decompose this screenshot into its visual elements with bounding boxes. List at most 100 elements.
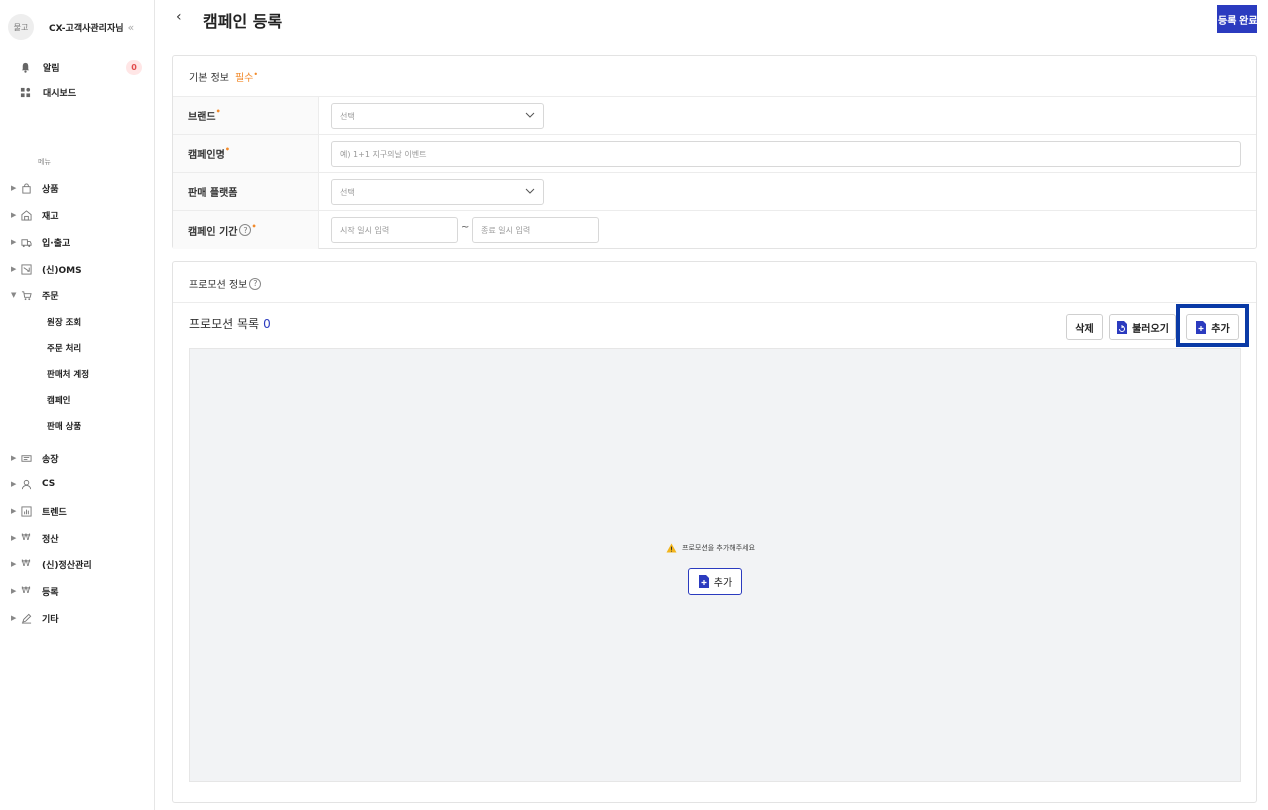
menu-item-trend[interactable]: ▶ 트렌드 <box>0 501 150 521</box>
period-label: 캠페인 기간? • <box>173 211 319 249</box>
required-star: • <box>215 107 221 116</box>
promotion-list-empty: 프로모션을 추가해주세요 추가 <box>189 348 1241 782</box>
delete-button[interactable]: 삭제 <box>1066 314 1103 340</box>
empty-message-text: 프로모션을 추가해주세요 <box>682 544 756 552</box>
menu-item-label: (신)OMS <box>42 265 82 276</box>
bell-icon <box>19 61 31 73</box>
help-icon[interactable]: ? <box>249 277 262 290</box>
page-title: 캠페인 등록 <box>203 12 283 31</box>
back-icon[interactable]: ‹ <box>176 9 182 25</box>
menu-item-label: 입·출고 <box>42 238 71 249</box>
menu-item-cs[interactable]: ▶ CS <box>0 474 150 494</box>
menu-item-label: 등록 <box>42 587 59 598</box>
menu-item-label: 송장 <box>42 454 59 465</box>
chevron-right-icon: ▶ <box>11 454 17 462</box>
menu-item-label: 정산 <box>42 534 59 545</box>
end-datetime-placeholder: 종료 일시 입력 <box>481 225 531 235</box>
empty-add-label: 추가 <box>713 578 733 589</box>
warehouse-icon <box>20 209 32 221</box>
promotion-list-title: 프로모션 목록 0 <box>189 315 271 332</box>
import-icon <box>1117 320 1128 334</box>
highlight-box <box>1176 304 1249 347</box>
promotion-section-title: 프로모션 정보? <box>189 276 262 291</box>
campaign-name-placeholder: 예) 1+1 지구의날 이벤트 <box>340 149 427 159</box>
page-header: ‹ 캠페인 등록 <box>172 5 1262 35</box>
promotion-card: 프로모션 정보? 프로모션 목록 0 삭제 불러오기 추가 프로모션을 추가해주세… <box>172 261 1257 803</box>
menu-item-label: (신)정산관리 <box>42 560 92 571</box>
chevron-down-icon: ▼ <box>11 291 17 299</box>
submenu-campaign[interactable]: 캠페인 <box>47 391 70 409</box>
user-name: CX-고객사관리자님 <box>49 23 124 34</box>
menu-item-settlement[interactable]: ▶ ₩ 정산 <box>0 528 150 548</box>
won-icon: ₩ <box>21 586 31 596</box>
menu-item-register[interactable]: ▶ ₩ 등록 <box>0 581 150 601</box>
menu-item-label: CS <box>42 479 56 489</box>
menu-item-label: 주문 <box>42 291 59 302</box>
chevron-down-icon <box>525 188 535 194</box>
form-row-campaign-name: 캠페인명 • 예) 1+1 지구의날 이벤트 <box>173 134 1256 172</box>
divider <box>173 302 1256 303</box>
won-icon: ₩ <box>21 533 31 543</box>
period-separator: ~ <box>461 222 470 233</box>
required-star: • <box>253 70 259 79</box>
pencil-icon <box>20 612 32 624</box>
sidebar-item-notifications[interactable]: 알림 0 <box>0 57 150 77</box>
collapse-sidebar-icon[interactable]: « <box>128 21 135 34</box>
menu-item-inbound-outbound[interactable]: ▶ 입·출고 <box>0 232 150 252</box>
avatar[interactable]: 물고 <box>8 14 34 40</box>
promotion-list-count: 0 <box>263 317 271 331</box>
won-icon: ₩ <box>21 559 31 569</box>
help-icon[interactable]: ? <box>239 224 252 236</box>
platform-select[interactable]: 선택 <box>331 179 544 205</box>
start-datetime-input[interactable]: 시작 일시 입력 <box>331 217 458 243</box>
form-row-platform: 판매 플랫폼 선택 <box>173 172 1256 210</box>
submenu-seller-account[interactable]: 판매처 계정 <box>47 365 89 383</box>
menu-item-invoice[interactable]: ▶ 송장 <box>0 448 150 468</box>
empty-add-button[interactable]: 추가 <box>688 568 742 595</box>
app-root: 물고 CX-고객사관리자님 « 알림 0 대시보드 메뉴 ▶ 상품 ▶ 재고 ▶… <box>0 0 1268 810</box>
chevron-right-icon: ▶ <box>11 480 17 488</box>
warning-icon <box>666 543 677 553</box>
start-datetime-placeholder: 시작 일시 입력 <box>340 225 390 235</box>
submenu-order-processing[interactable]: 주문 처리 <box>47 339 81 357</box>
menu-item-etc[interactable]: ▶ 기타 <box>0 608 150 628</box>
required-label: 필수 <box>234 73 254 84</box>
campaign-name-label-text: 캠페인명 <box>188 150 225 161</box>
submenu-sales-products[interactable]: 판매 상품 <box>47 417 81 435</box>
campaign-name-input[interactable]: 예) 1+1 지구의날 이벤트 <box>331 141 1241 167</box>
sidebar-item-label: 알림 <box>43 63 60 74</box>
brand-label: 브랜드 • <box>173 97 319 134</box>
period-label-text: 캠페인 기간 <box>188 226 238 238</box>
form-row-period: 캠페인 기간? • 시작 일시 입력 ~ 종료 일시 입력 <box>173 210 1256 249</box>
brand-select[interactable]: 선택 <box>331 103 544 129</box>
chevron-right-icon: ▶ <box>11 534 17 542</box>
chevron-down-icon <box>525 112 535 118</box>
chevron-right-icon: ▶ <box>11 238 17 246</box>
dashboard-icon <box>19 86 31 98</box>
menu-item-products[interactable]: ▶ 상품 <box>0 178 150 198</box>
submit-button[interactable]: 등록 완료 <box>1217 5 1257 33</box>
platform-label: 판매 플랫폼 <box>173 173 319 210</box>
sidebar-item-dashboard[interactable]: 대시보드 <box>0 82 150 102</box>
required-star: • <box>224 145 230 154</box>
chevron-right-icon: ▶ <box>11 614 17 622</box>
bag-icon <box>20 182 32 194</box>
menu-item-orders[interactable]: ▼ 주문 <box>0 285 150 305</box>
basic-info-card: 기본 정보 필수• 브랜드 • 선택 캠페인명 • 예) 1+1 지구의날 이벤트 판… <box>172 55 1257 249</box>
truck-icon <box>20 236 32 248</box>
chevron-right-icon: ▶ <box>11 587 17 595</box>
notification-badge: 0 <box>126 59 142 75</box>
import-button[interactable]: 불러오기 <box>1109 314 1176 340</box>
menu-item-label: 재고 <box>42 211 59 222</box>
menu-item-new-oms[interactable]: ▶ (신)OMS <box>0 259 150 279</box>
end-datetime-input[interactable]: 종료 일시 입력 <box>472 217 599 243</box>
chevron-right-icon: ▶ <box>11 184 17 192</box>
submenu-ledger[interactable]: 원장 조회 <box>47 313 81 331</box>
menu-item-new-settlement[interactable]: ▶ ₩ (신)정산관리 <box>0 554 150 574</box>
promotion-section-title-text: 프로모션 정보 <box>189 280 248 291</box>
menu-item-label: 상품 <box>42 184 59 195</box>
person-icon <box>20 478 32 490</box>
form-row-brand: 브랜드 • 선택 <box>173 96 1256 134</box>
menu-item-inventory[interactable]: ▶ 재고 <box>0 205 150 225</box>
chevron-right-icon: ▶ <box>11 265 17 273</box>
